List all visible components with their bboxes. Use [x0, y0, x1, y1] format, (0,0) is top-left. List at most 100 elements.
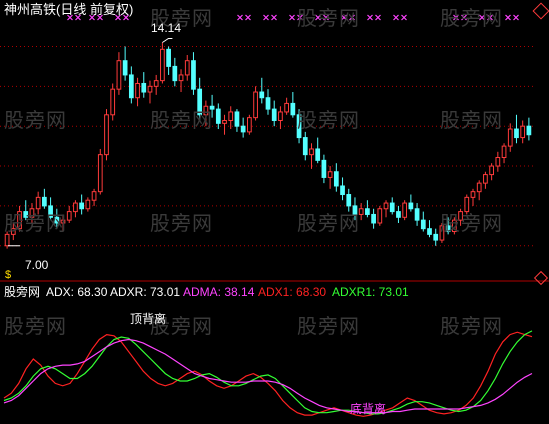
grid-lines	[0, 45, 549, 282]
series-line-adxr	[3, 330, 533, 415]
candle-body	[340, 185, 345, 196]
signal-cross-icon	[289, 14, 295, 21]
legend-adxr: ADXR: 73.01	[110, 285, 181, 299]
candle-body	[234, 111, 240, 127]
candle-body	[476, 182, 482, 193]
candle-body	[110, 88, 116, 116]
candle-body	[495, 157, 501, 167]
series-line-adma	[3, 338, 533, 414]
legend-adx1: ADX1: 68.30	[258, 285, 327, 299]
candle-body	[97, 154, 103, 193]
candle-body	[278, 111, 283, 121]
candle-body	[122, 60, 128, 76]
legend-adx: ADX: 68.30	[46, 285, 108, 299]
candle-body	[365, 208, 370, 215]
watermark: 股旁网	[297, 211, 360, 235]
candle-body	[91, 191, 97, 201]
candle-body	[420, 219, 426, 230]
signal-cross-icon	[375, 14, 381, 21]
watermark: 股旁网	[297, 314, 360, 338]
candle-body	[333, 171, 339, 187]
candle-body	[160, 48, 165, 82]
signal-cross-icon	[505, 14, 511, 21]
candle-body	[414, 208, 420, 221]
candle-body	[79, 202, 85, 210]
candle-body	[42, 196, 47, 207]
candle-body	[483, 174, 488, 184]
watermark: 股旁网	[440, 314, 503, 338]
candle-body	[389, 202, 395, 213]
watermark: 股旁网	[297, 6, 360, 30]
candle-body	[327, 171, 333, 178]
candle-body	[427, 228, 432, 235]
candle-body	[141, 82, 147, 93]
candle-body	[396, 211, 401, 218]
top-divergence-label: 顶背离	[130, 312, 167, 326]
candle-body	[153, 80, 159, 87]
signal-cross-icon	[393, 14, 399, 21]
candle-body	[215, 108, 221, 124]
signal-cross-icon	[237, 14, 243, 21]
candle-body	[4, 233, 10, 247]
candle-body	[147, 85, 153, 93]
candle-body	[104, 114, 109, 156]
indicator-name: 股旁网	[4, 285, 41, 299]
low-marker-label: $	[5, 269, 12, 281]
candle-body	[309, 148, 314, 156]
indicator-lines	[3, 330, 533, 417]
watermark: 股旁网	[150, 108, 213, 132]
candle-body	[470, 191, 476, 198]
candle-body	[178, 74, 184, 82]
signal-cross-icon	[271, 14, 277, 21]
candle-body	[489, 165, 494, 176]
watermark: 股旁网	[440, 6, 503, 30]
watermark: 股旁网	[297, 108, 360, 132]
candle-body	[433, 233, 439, 241]
candle-body	[172, 65, 178, 82]
candle-body	[290, 102, 296, 116]
signal-cross-icon	[367, 14, 373, 21]
candle-body	[73, 202, 78, 213]
candle-body	[259, 91, 265, 99]
candle-body	[228, 111, 234, 121]
candle-body	[222, 119, 227, 124]
watermark: 股旁网	[440, 211, 503, 235]
bottom-divergence-label: 底背离	[350, 402, 387, 416]
candle-body	[135, 82, 140, 99]
candle-body	[302, 137, 308, 156]
candle-body	[514, 128, 519, 139]
candle-body	[383, 202, 389, 210]
candle-body	[377, 208, 383, 224]
candle-body	[66, 211, 72, 221]
candle-body	[240, 125, 246, 133]
signal-cross-icon	[263, 14, 269, 21]
candle-body	[253, 91, 258, 119]
legend-adxr1: ADXR1: 73.01	[332, 285, 409, 299]
candle-body	[128, 74, 134, 99]
high-price-label: 14.14	[151, 21, 182, 35]
candle-body	[520, 125, 526, 139]
candle-body	[507, 128, 513, 147]
watermark: 股旁网	[4, 108, 67, 132]
candle-body	[284, 102, 289, 113]
candle-body	[191, 60, 196, 90]
candle-body	[321, 159, 327, 178]
candle-body	[402, 202, 408, 218]
candle-body	[247, 117, 252, 133]
watermark: 股旁网	[440, 108, 503, 132]
watermark: 股旁网	[4, 211, 67, 235]
signal-cross-icon	[401, 14, 407, 21]
candle-body	[85, 199, 91, 210]
candle-body	[184, 60, 190, 76]
candle-body	[315, 148, 321, 161]
candle-body	[265, 97, 271, 110]
candle-body	[346, 194, 352, 207]
low-price-label: 7.00	[25, 258, 49, 272]
legend-adma: ADMA: 38.14	[183, 285, 255, 299]
candle-body	[116, 60, 122, 90]
candle-body	[408, 202, 414, 210]
chart-title: 神州高铁(日线 前复权)	[4, 2, 134, 17]
high-pointer	[162, 37, 173, 43]
watermark: 股旁网	[150, 211, 213, 235]
candle-body	[371, 213, 376, 224]
